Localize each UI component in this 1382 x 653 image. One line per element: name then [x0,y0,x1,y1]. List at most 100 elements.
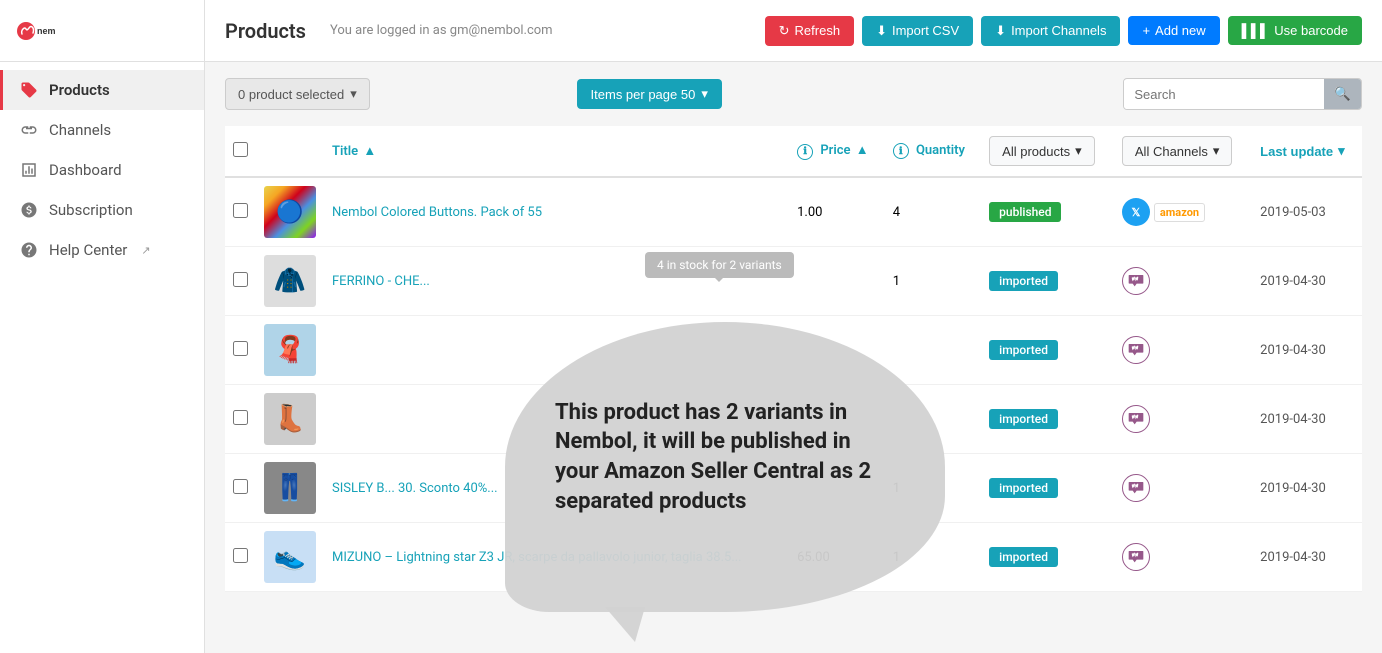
product-thumb-cell: 👢 [256,385,324,454]
tag-icon [19,80,39,100]
user-info: You are logged in as gm@nembol.com [330,23,749,38]
all-channels-filter-button[interactable]: All Channels ▾ [1122,136,1233,166]
product-quantity-cell [885,316,981,385]
product-channels-cell [1114,523,1252,592]
product-select-button[interactable]: 0 product selected ▾ [225,78,370,110]
product-date-cell: 2019-04-30 [1252,454,1362,523]
price-col-header[interactable]: ℹ Price ▲ [789,126,885,177]
amazon-channel-icon: amazon [1154,203,1205,222]
sidebar-navigation: Products Channels Dashboard Subscription [0,62,204,278]
status-badge: imported [989,271,1058,291]
topbar: Products You are logged in as gm@nembol.… [205,0,1382,62]
product-thumb-cell: 🧣 [256,316,324,385]
product-date-cell: 2019-05-03 [1252,177,1362,247]
sidebar-item-products[interactable]: Products [0,70,204,110]
row-checkbox[interactable] [233,410,248,425]
all-products-filter-button[interactable]: All products ▾ [989,136,1094,166]
channels-dropdown-icon: ▾ [1213,143,1220,159]
sidebar-item-subscription[interactable]: Subscription [0,190,204,230]
row-checkbox-cell [225,523,256,592]
last-update-col-header: Last update ▾ [1252,126,1362,177]
row-checkbox[interactable] [233,272,248,287]
woocommerce-channel-icon [1122,267,1150,295]
product-quantity-cell: 4 [885,177,981,247]
sidebar-item-dashboard-label: Dashboard [49,161,122,179]
import-channels-button[interactable]: ⬇ Import Channels [981,16,1120,46]
row-checkbox-cell [225,177,256,247]
product-price-cell [789,247,885,316]
table-row: 🔵 Nembol Colored Buttons. Pack of 55 1.0… [225,177,1362,247]
main-content: Products You are logged in as gm@nembol.… [205,0,1382,653]
product-status-cell: imported [981,316,1114,385]
product-title-link[interactable]: SISLEY B... 30. Sconto 40%... [332,481,498,496]
product-price-cell: 1.00 [789,177,885,247]
download2-icon: ⬇ [995,23,1006,39]
search-input[interactable] [1124,80,1324,109]
items-per-page-button[interactable]: Items per page 50 ▾ [577,79,722,109]
product-quantity-cell: 1 [885,247,981,316]
row-checkbox-cell [225,247,256,316]
sidebar-item-channels[interactable]: Channels [0,110,204,150]
product-date-cell: 2019-04-30 [1252,247,1362,316]
title-col-header[interactable]: Title ▲ [324,126,789,177]
row-checkbox[interactable] [233,341,248,356]
row-checkbox-cell [225,385,256,454]
dropdown-arrow2-icon: ▾ [701,86,708,102]
product-thumb-cell: 🔵 [256,177,324,247]
status-badge: imported [989,547,1058,567]
refresh-icon: ↻ [779,23,790,39]
product-date-cell: 2019-04-30 [1252,316,1362,385]
woocommerce-channel-icon [1122,405,1150,433]
product-title-link[interactable]: FERRINO - CHE... [332,274,430,289]
sidebar-item-dashboard[interactable]: Dashboard [0,150,204,190]
quantity-tooltip-wrapper: 4 in stock for 2 variants [645,252,794,278]
product-status-cell: imported [981,454,1114,523]
row-checkbox-cell [225,316,256,385]
products-dropdown-icon: ▾ [1075,143,1082,159]
woocommerce-channel-icon [1122,543,1150,571]
plus-icon: + [1142,23,1150,38]
refresh-button[interactable]: ↻ Refresh [765,16,854,46]
product-thumb-cell: 👖 [256,454,324,523]
product-title-link[interactable]: Nembol Colored Buttons. Pack of 55 [332,205,542,220]
product-date-cell: 2019-04-30 [1252,523,1362,592]
product-channels-cell [1114,247,1252,316]
price-sort-icon: ▲ [856,143,869,158]
sidebar-logo: nembol [0,0,204,62]
select-all-checkbox[interactable] [233,142,248,157]
import-csv-button[interactable]: ⬇ Import CSV [862,16,973,46]
add-new-button[interactable]: + Add new [1128,16,1219,45]
product-status-cell: imported [981,523,1114,592]
topbar-actions: ↻ Refresh ⬇ Import CSV ⬇ Import Channels… [765,16,1362,46]
quantity-col-header[interactable]: ℹ Quantity [885,126,981,177]
content-area: 0 product selected ▾ Items per page 50 ▾… [205,62,1382,653]
woocommerce-channel-icon [1122,336,1150,364]
sidebar-item-help[interactable]: Help Center ↗ [0,230,204,270]
dollar-icon [19,200,39,220]
search-button[interactable]: 🔍 [1324,79,1361,109]
page-title: Products [225,19,306,43]
row-checkbox[interactable] [233,203,248,218]
use-barcode-button[interactable]: ▌▌▌ Use barcode [1228,16,1362,45]
sidebar: nembol Products Channels Dashboard [0,0,205,653]
row-checkbox[interactable] [233,548,248,563]
sidebar-item-channels-label: Channels [49,121,111,139]
product-channels-cell [1114,316,1252,385]
sidebar-item-help-label: Help Center [49,241,127,259]
help-icon [19,240,39,260]
product-status-cell: published [981,177,1114,247]
product-date-cell: 2019-04-30 [1252,385,1362,454]
toolbar-row: 0 product selected ▾ Items per page 50 ▾… [225,78,1362,110]
nembol-logo: nembol [16,11,56,51]
price-info-icon: ℹ [797,144,813,160]
status-badge: imported [989,340,1058,360]
select-label: 0 product selected [238,87,344,102]
variant-info-text: This product has 2 variants in Nembol, i… [555,398,895,517]
woocommerce-channel-icon [1122,474,1150,502]
product-status-cell: imported [981,385,1114,454]
row-checkbox[interactable] [233,479,248,494]
last-update-sort-button[interactable]: Last update ▾ [1260,137,1345,165]
search-icon: 🔍 [1334,86,1351,101]
external-link-icon: ↗ [141,244,150,257]
link-icon [19,120,39,140]
